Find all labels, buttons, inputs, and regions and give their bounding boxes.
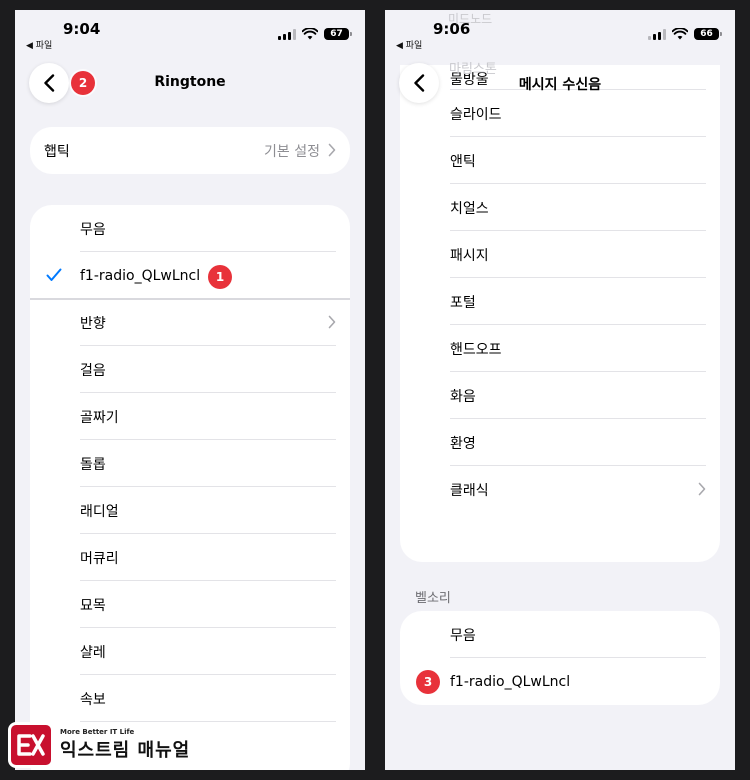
wifi-icon <box>672 28 688 40</box>
haptic-label: 햅틱 <box>44 144 70 160</box>
list-item[interactable]: 묘목 <box>30 581 350 628</box>
battery-icon: 67 <box>324 28 352 40</box>
list-item[interactable]: 화음 <box>400 372 720 419</box>
list-item-selected[interactable]: f1-radio_QLwLncl <box>30 252 350 299</box>
section-header-ringtones: 벨소리 <box>415 591 451 606</box>
right-screen: 미드노드 마림스톤 9:06 ◀ 파일 66 메시지 수신음 물방울 슬라이드 … <box>385 10 735 770</box>
brand-name: 익스트림 매뉴얼 <box>60 740 191 761</box>
list-item[interactable]: 핸드오프 <box>400 325 720 372</box>
list-item[interactable]: 머큐리 <box>30 534 350 581</box>
list-item[interactable]: 골짜기 <box>30 393 350 440</box>
list-item[interactable]: 무음 <box>30 205 350 252</box>
step-badge-2: 2 <box>71 71 95 95</box>
list-item[interactable]: 치얼스 <box>400 184 720 231</box>
scrolled-item-faded: 미드노드 <box>448 12 493 26</box>
list-item[interactable]: 앤틱 <box>400 137 720 184</box>
chevron-right-icon <box>328 143 336 157</box>
back-to-app-link[interactable]: ◀ 파일 <box>396 38 422 51</box>
status-time: 9:04 <box>63 20 101 38</box>
list-item[interactable]: 무음 <box>400 611 720 658</box>
list-item[interactable]: 샬레 <box>30 628 350 675</box>
list-item[interactable]: 속보 <box>30 675 350 722</box>
status-icons: 66 <box>648 28 722 40</box>
watermark: More Better IT Life 익스트림 매뉴얼 <box>8 722 190 768</box>
brand-logo-icon <box>8 722 54 768</box>
checkmark-icon <box>46 268 62 281</box>
list-item[interactable]: 슬라이드 <box>400 90 720 137</box>
list-item[interactable]: 돌롭 <box>30 440 350 487</box>
step-badge-1: 1 <box>208 265 232 289</box>
page-title: 메시지 수신음 <box>518 77 602 93</box>
page-title: Ringtone <box>154 74 226 90</box>
cellular-signal-icon <box>278 28 296 40</box>
step-badge-3: 3 <box>416 670 440 694</box>
list-item[interactable]: 포털 <box>400 278 720 325</box>
wifi-icon <box>302 28 318 40</box>
ringtone-list: 무음 f1-radio_QLwLncl 반향 걸음 골짜기 돌롭 래디얼 머큐리… <box>30 205 350 770</box>
battery-icon: 66 <box>694 28 722 40</box>
ringtone-list: 무음 f1-radio_QLwLncl <box>400 611 720 705</box>
list-item[interactable]: f1-radio_QLwLncl <box>400 658 720 705</box>
back-to-app-link[interactable]: ◀ 파일 <box>26 38 52 51</box>
list-item[interactable]: 패시지 <box>400 231 720 278</box>
haptic-value: 기본 설정 <box>264 144 320 160</box>
list-item[interactable]: 걸음 <box>30 346 350 393</box>
list-item[interactable]: 반향 <box>30 299 350 346</box>
brand-tagline: More Better IT Life <box>60 728 135 736</box>
list-item[interactable]: 래디얼 <box>30 487 350 534</box>
left-screen: 9:04 ◀ 파일 67 2 Ringtone 햅틱 기본 설정 무음 f1-r… <box>15 10 365 770</box>
chevron-right-icon <box>698 482 706 496</box>
haptic-row[interactable]: 햅틱 기본 설정 <box>30 127 350 174</box>
status-icons: 67 <box>278 28 352 40</box>
cellular-signal-icon <box>648 28 666 40</box>
list-item[interactable]: 환영 <box>400 419 720 466</box>
chevron-right-icon <box>328 315 336 329</box>
message-tone-list: 물방울 슬라이드 앤틱 치얼스 패시지 포털 핸드오프 화음 환영 클래식 <box>400 65 720 562</box>
list-item[interactable]: 클래식 <box>400 466 720 513</box>
